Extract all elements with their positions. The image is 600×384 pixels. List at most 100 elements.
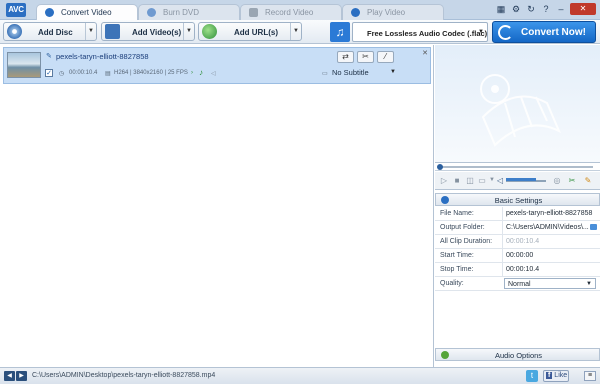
tab-label: Convert Video bbox=[61, 8, 112, 17]
output-folder-value: C:\Users\ADMIN\Videos\... bbox=[506, 224, 589, 231]
tab-label: Record Video bbox=[265, 8, 314, 17]
tab-label: Burn DVD bbox=[163, 8, 200, 17]
close-icon[interactable]: ✕ bbox=[421, 50, 429, 58]
folder-icon[interactable]: ▭ bbox=[477, 175, 487, 186]
volume-slider[interactable] bbox=[506, 178, 546, 182]
output-path: C:\Users\ADMIN\Desktop\pexels-taryn-elli… bbox=[32, 372, 216, 379]
add-videos-label: Add Video(s) bbox=[132, 28, 182, 37]
tab-convert-video[interactable]: Convert Video bbox=[36, 4, 138, 20]
tab-burn-dvd[interactable]: Burn DVD bbox=[138, 4, 240, 20]
minimize-icon[interactable]: – bbox=[555, 3, 567, 15]
file-name-field[interactable]: pexels-taryn-elliott-8827858 bbox=[502, 207, 600, 220]
basic-settings-header[interactable]: Basic Settings bbox=[435, 193, 600, 206]
add-disc-button[interactable]: Add Disc ▼ bbox=[3, 22, 97, 41]
setting-label: All Clip Duration: bbox=[440, 238, 493, 245]
add-url-icon bbox=[202, 24, 217, 39]
add-disc-icon bbox=[7, 24, 22, 39]
add-videos-button[interactable]: Add Video(s) ▼ bbox=[101, 22, 195, 41]
speaker-icon[interactable]: ◁ bbox=[211, 70, 216, 77]
film-icon: ▤ bbox=[105, 71, 111, 77]
add-disc-label: Add Disc bbox=[38, 28, 73, 37]
close-icon[interactable]: ✕ bbox=[570, 3, 596, 15]
file-codec-info: H264 | 3840x2160 | 25 FPS bbox=[114, 70, 188, 76]
convert-video-icon bbox=[45, 8, 54, 17]
setting-row-stop-time: Stop Time: 00:00:10.4 bbox=[435, 263, 600, 277]
grid-icon[interactable]: ▦ bbox=[495, 3, 507, 15]
play-icon[interactable]: ▷ bbox=[439, 175, 449, 186]
facebook-like-button[interactable]: f Like bbox=[543, 370, 569, 382]
stop-time-field[interactable]: 00:00:10.4 bbox=[502, 263, 600, 276]
convert-now-button[interactable]: Convert Now! bbox=[492, 21, 596, 43]
audio-options-header[interactable]: Audio Options bbox=[435, 348, 600, 361]
video-thumbnail[interactable] bbox=[7, 52, 41, 78]
setting-label: Quality: bbox=[440, 280, 464, 287]
snapshot-icon[interactable]: ◫ bbox=[465, 175, 475, 186]
convert-icon bbox=[498, 25, 513, 40]
setting-label: File Name: bbox=[440, 210, 474, 217]
music-note-icon[interactable]: ♫ bbox=[330, 22, 350, 42]
quality-value: Normal bbox=[508, 281, 531, 288]
file-list-item[interactable]: ✎ pexels-taryn-elliott-8827858 ✓ ◷ 00:00… bbox=[3, 47, 431, 84]
help-icon[interactable]: ? bbox=[540, 3, 552, 15]
setting-row-duration: All Clip Duration: 00:00:10.4 bbox=[435, 235, 600, 249]
seek-bar[interactable] bbox=[435, 163, 600, 171]
duration-value: 00:00:10.4 bbox=[502, 235, 600, 248]
chevron-down-icon[interactable]: ▼ bbox=[85, 23, 96, 40]
scissors-icon[interactable]: ✂ bbox=[357, 51, 374, 63]
twitter-icon[interactable]: t bbox=[526, 370, 538, 382]
file-duration: 00:00:10.4 bbox=[69, 70, 98, 76]
setting-label: Output Folder: bbox=[440, 224, 485, 231]
chevron-down-icon[interactable]: ▼ bbox=[290, 23, 301, 40]
file-list[interactable]: ✎ pexels-taryn-elliott-8827858 ✓ ◷ 00:00… bbox=[0, 45, 434, 367]
tab-record-video[interactable]: Record Video bbox=[240, 4, 342, 20]
wand-icon[interactable]: ⁄ bbox=[377, 51, 394, 63]
basic-settings-title: Basic Settings bbox=[494, 196, 543, 205]
play-icon bbox=[351, 8, 360, 17]
collapse-right-icon[interactable]: ▶ bbox=[16, 371, 27, 381]
setting-label: Start Time: bbox=[440, 252, 474, 259]
wand-icon[interactable]: ✎ bbox=[583, 175, 593, 186]
subtitle-select[interactable]: No Subtitle bbox=[332, 68, 369, 77]
disc-icon bbox=[147, 8, 156, 17]
setting-row-quality: Quality: Normal ▼ bbox=[435, 277, 600, 291]
chevron-down-icon[interactable]: ▼ bbox=[183, 23, 194, 40]
scissors-icon[interactable]: ✂ bbox=[567, 175, 577, 186]
audio-options-title: Audio Options bbox=[494, 351, 543, 360]
start-time-field[interactable]: 00:00:00 bbox=[502, 249, 600, 262]
tab-label: Play Video bbox=[367, 8, 406, 17]
tab-play-video[interactable]: Play Video bbox=[342, 4, 444, 20]
subtitle-icon: ▭ bbox=[322, 71, 328, 77]
setting-row-file-name: File Name: pexels-taryn-elliott-8827858 bbox=[435, 207, 600, 221]
seek-handle[interactable] bbox=[437, 164, 443, 170]
file-name[interactable]: pexels-taryn-elliott-8827858 bbox=[56, 52, 149, 61]
menu-icon[interactable]: ≡ bbox=[584, 371, 596, 381]
edit-name-icon[interactable]: ✎ bbox=[46, 52, 52, 60]
player-controls: ▷ ■ ◫ ▭ ▼ ◁ ◎ ✂ ✎ bbox=[435, 172, 600, 190]
quality-select[interactable]: Normal ▼ bbox=[504, 278, 596, 289]
facebook-icon: f bbox=[546, 372, 553, 379]
settings-panel: Basic Settings File Name: pexels-taryn-e… bbox=[435, 191, 600, 367]
film-reel-watermark bbox=[480, 74, 561, 147]
setting-label: Stop Time: bbox=[440, 266, 474, 273]
collapse-left-icon[interactable]: ◀ bbox=[4, 371, 15, 381]
merge-icon[interactable]: ⇄ bbox=[337, 51, 354, 63]
record-icon bbox=[249, 8, 258, 17]
gear-icon[interactable]: ⚙ bbox=[510, 3, 522, 15]
folder-icon[interactable] bbox=[590, 224, 597, 230]
file-checkbox[interactable]: ✓ bbox=[45, 69, 53, 77]
clock-icon: ◷ bbox=[59, 71, 65, 77]
chevron-down-icon[interactable]: ▼ bbox=[390, 69, 396, 75]
audio-track-icon[interactable]: ♪ bbox=[199, 68, 203, 77]
setting-row-start-time: Start Time: 00:00:00 bbox=[435, 249, 600, 263]
output-folder-field[interactable]: C:\Users\ADMIN\Videos\... bbox=[502, 221, 600, 234]
toolbar: Add Disc ▼ Add Video(s) ▼ Add URL(s) ▼ ♫… bbox=[0, 20, 600, 44]
settings-icon[interactable]: ◎ bbox=[552, 175, 562, 186]
add-urls-button[interactable]: Add URL(s) ▼ bbox=[198, 22, 302, 41]
volume-icon[interactable]: ◁ bbox=[495, 175, 505, 186]
title-bar: AVC Convert Video Burn DVD Record Video … bbox=[0, 0, 600, 20]
refresh-icon[interactable]: ↻ bbox=[525, 3, 537, 15]
output-format-select[interactable]: Free Lossless Audio Codec (.flac) ▼ bbox=[352, 22, 488, 42]
add-urls-label: Add URL(s) bbox=[234, 28, 278, 37]
stop-icon[interactable]: ■ bbox=[452, 175, 462, 186]
facebook-like-label: Like bbox=[554, 372, 568, 379]
